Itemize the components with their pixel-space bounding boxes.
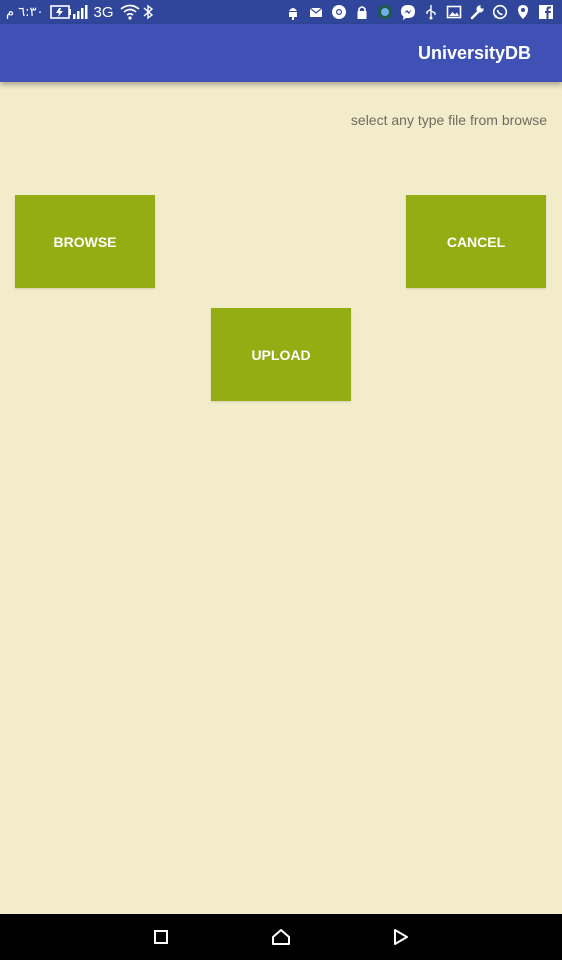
cancel-button[interactable]: CANCEL bbox=[406, 195, 546, 288]
upload-button-label: UPLOAD bbox=[251, 346, 311, 363]
location-icon bbox=[515, 4, 531, 20]
app-bar: UniversityDB bbox=[0, 24, 562, 82]
status-bar: ٦:٣٠ م 3G bbox=[0, 0, 562, 24]
navigation-bar bbox=[0, 914, 562, 960]
upload-button[interactable]: UPLOAD bbox=[211, 308, 351, 401]
cancel-button-label: CANCEL bbox=[446, 233, 506, 250]
mail-icon bbox=[308, 4, 324, 20]
file-hint-text: select any type file from browse bbox=[350, 112, 547, 128]
usb-icon bbox=[423, 4, 439, 20]
image-icon bbox=[446, 4, 462, 20]
bluetooth-icon bbox=[142, 4, 158, 20]
lock-icon bbox=[354, 4, 370, 20]
signal-icon bbox=[72, 4, 88, 20]
network-type: 3G bbox=[93, 3, 114, 21]
home-button[interactable] bbox=[267, 923, 295, 951]
back-button[interactable] bbox=[386, 923, 414, 951]
facebook-icon bbox=[538, 4, 554, 20]
status-left-group: ٦:٣٠ م 3G bbox=[6, 3, 158, 21]
app-icon bbox=[377, 4, 393, 20]
android-icon bbox=[285, 4, 301, 20]
wifi-icon bbox=[120, 4, 140, 20]
home-icon bbox=[272, 929, 290, 945]
recents-icon bbox=[154, 930, 168, 944]
status-right-group bbox=[285, 3, 554, 21]
chrome-icon bbox=[331, 4, 347, 20]
battery-icon bbox=[49, 4, 71, 20]
messenger-icon bbox=[400, 4, 416, 20]
browse-button-label: BROWSE bbox=[53, 233, 117, 250]
recents-button[interactable] bbox=[147, 923, 175, 951]
browse-button[interactable]: BROWSE bbox=[15, 195, 155, 288]
status-time: ٦:٣٠ م bbox=[6, 4, 44, 20]
wrench-icon bbox=[469, 4, 485, 20]
whatsapp-icon bbox=[492, 4, 508, 20]
back-icon bbox=[394, 929, 408, 945]
app-title: UniversityDB bbox=[417, 43, 531, 63]
